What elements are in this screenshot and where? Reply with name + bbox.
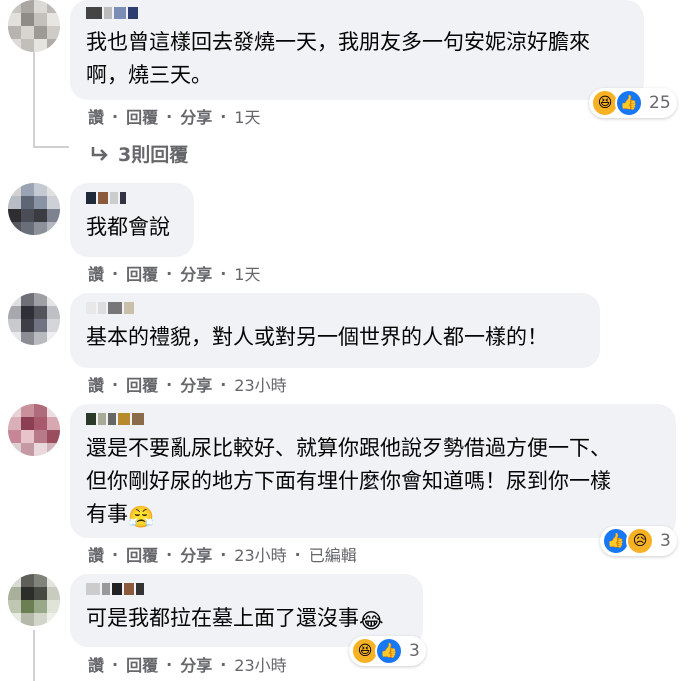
comment-bubble: 我也曾這樣回去發燒一天，我朋友多一句安妮涼好膽來 啊，燒三天。 <box>70 0 644 100</box>
persevering-face-icon: 😤 <box>128 505 155 529</box>
reply-button[interactable]: 回覆 <box>126 372 158 396</box>
avatar[interactable] <box>8 404 60 456</box>
sad-icon: 😥 <box>626 527 654 555</box>
like-button[interactable]: 讚 <box>88 542 104 566</box>
reaction-count: 3 <box>660 531 671 551</box>
reaction-count: 3 <box>409 641 420 661</box>
reaction-summary[interactable]: 😆 👍 25 <box>589 88 677 118</box>
avatar[interactable] <box>8 183 60 235</box>
reply-button[interactable]: 回覆 <box>126 542 158 566</box>
commenter-name[interactable] <box>86 6 628 20</box>
share-button[interactable]: 分享 <box>180 652 212 676</box>
comment-text: 我都會說 <box>86 215 170 239</box>
comment-actions: 讚 · 回覆 · 分享 · 23小時 · 已編輯 <box>88 542 357 566</box>
comment-actions: 讚 · 回覆 · 分享 · 1天 <box>88 261 260 285</box>
commenter-name[interactable] <box>86 301 584 315</box>
comment-bubble: 我都會說 <box>70 183 194 257</box>
like-icon: 👍 <box>615 89 643 117</box>
share-button[interactable]: 分享 <box>180 542 212 566</box>
like-button[interactable]: 讚 <box>88 652 104 676</box>
reply-button[interactable]: 回覆 <box>126 652 158 676</box>
share-button[interactable]: 分享 <box>180 104 212 128</box>
timestamp[interactable]: 23小時 <box>234 542 286 566</box>
commenter-name[interactable] <box>86 412 660 426</box>
comment-text: 還是不要亂尿比較好、就算你跟他說歹勢借過方便一下、 但你剛好尿的地方下面有埋什麼… <box>86 432 660 534</box>
comment-text: 可是我都拉在墓上面了還沒事😂 <box>86 602 407 638</box>
avatar[interactable] <box>8 293 60 345</box>
share-button[interactable]: 分享 <box>180 261 212 285</box>
timestamp[interactable]: 1天 <box>234 261 260 285</box>
reply-arrow-icon <box>91 146 108 161</box>
comment-actions: 讚 · 回覆 · 分享 · 23小時 <box>88 652 287 676</box>
like-button[interactable]: 讚 <box>88 372 104 396</box>
replies-label: 3則回覆 <box>118 144 189 166</box>
share-button[interactable]: 分享 <box>180 372 212 396</box>
edited-label[interactable]: 已編輯 <box>309 542 357 566</box>
comment-actions: 讚 · 回覆 · 分享 · 23小時 <box>88 372 287 396</box>
like-button[interactable]: 讚 <box>88 261 104 285</box>
reaction-count: 25 <box>649 93 671 113</box>
reaction-summary[interactable]: 👍 😥 3 <box>600 526 677 556</box>
thread-line <box>33 52 35 148</box>
tears-of-joy-icon: 😂 <box>359 609 384 633</box>
view-replies-button[interactable]: 3則回覆 <box>90 140 188 167</box>
comment-bubble: 還是不要亂尿比較好、就算你跟他說歹勢借過方便一下、 但你剛好尿的地方下面有埋什麼… <box>70 404 676 538</box>
thread-line <box>33 630 35 681</box>
avatar[interactable] <box>8 0 60 52</box>
reaction-summary[interactable]: 😆 👍 3 <box>349 636 426 666</box>
like-icon: 👍 <box>375 637 403 665</box>
comment-text: 基本的禮貌，對人或對另一個世界的人都一樣的！ <box>86 325 548 349</box>
commenter-name[interactable] <box>86 191 178 205</box>
comment-text: 我也曾這樣回去發燒一天，我朋友多一句安妮涼好膽來 啊，燒三天。 <box>86 30 590 87</box>
commenter-name[interactable] <box>86 582 407 596</box>
timestamp[interactable]: 23小時 <box>234 372 286 396</box>
comment-actions: 讚 · 回覆 · 分享 · 1天 <box>88 104 260 128</box>
reply-button[interactable]: 回覆 <box>126 104 158 128</box>
like-button[interactable]: 讚 <box>88 104 104 128</box>
avatar[interactable] <box>8 574 60 626</box>
timestamp[interactable]: 23小時 <box>234 652 286 676</box>
timestamp[interactable]: 1天 <box>234 104 260 128</box>
reply-button[interactable]: 回覆 <box>126 261 158 285</box>
comment-bubble: 基本的禮貌，對人或對另一個世界的人都一樣的！ <box>70 293 600 368</box>
thread-line-elbow <box>33 146 69 148</box>
